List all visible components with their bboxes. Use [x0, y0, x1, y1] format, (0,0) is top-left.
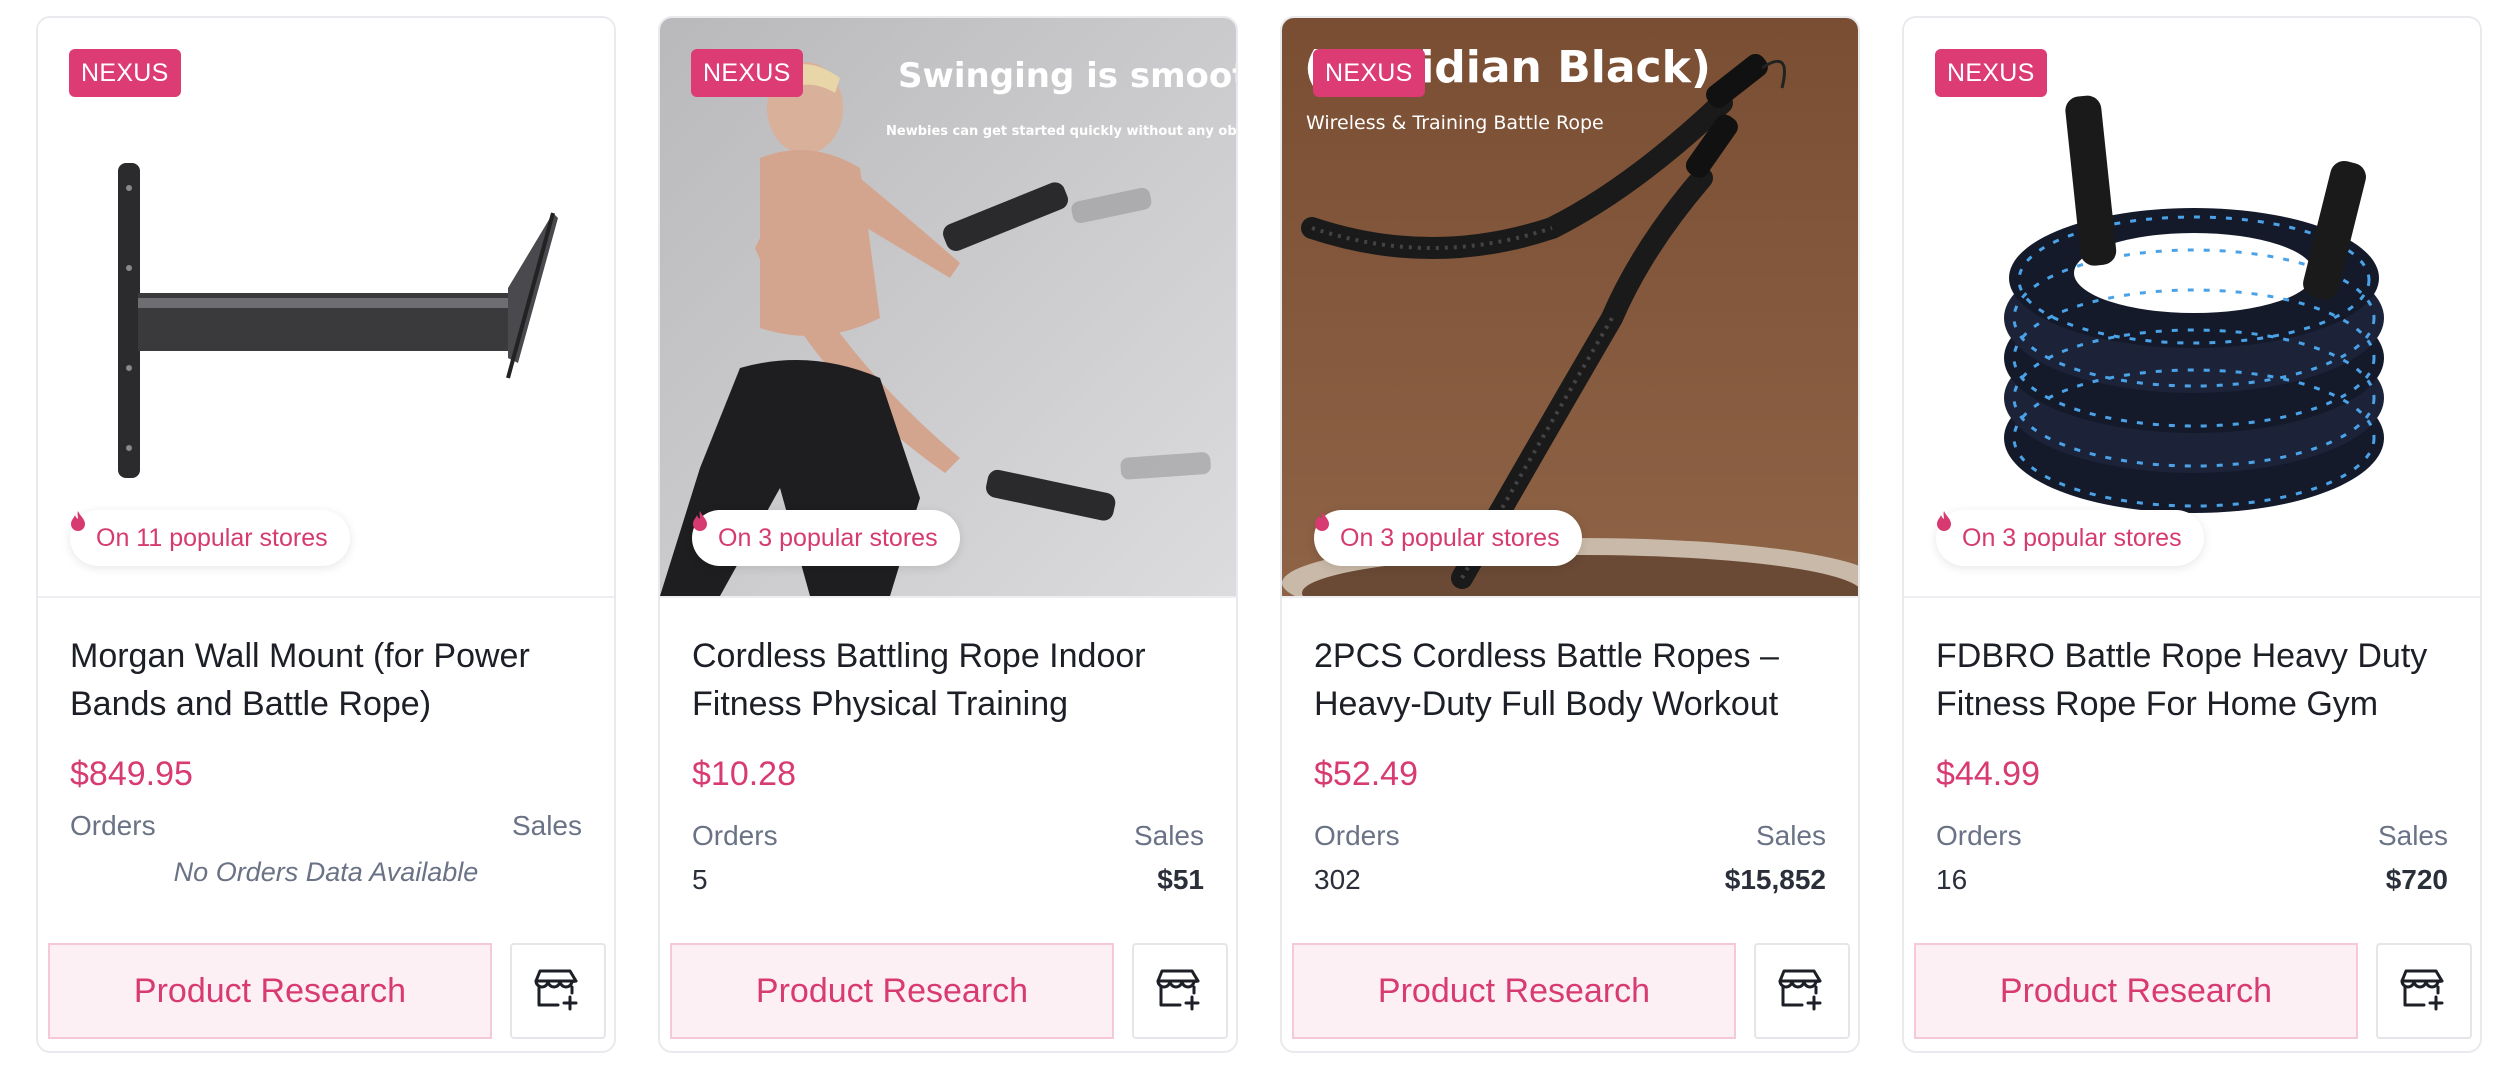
stats-values: 5 $51 — [692, 862, 1204, 898]
product-title[interactable]: FDBRO Battle Rope Heavy Duty Fitness Rop… — [1936, 632, 2448, 728]
product-image[interactable]: Swinging is smooth Newbies can get start… — [660, 18, 1236, 598]
card-actions: Product Research — [1914, 943, 2472, 1039]
sales-label: Sales — [1133, 820, 1204, 851]
add-store-button[interactable] — [1754, 943, 1850, 1039]
add-store-icon — [1778, 967, 1826, 1016]
nexus-badge: NEXUS — [1313, 49, 1425, 97]
product-price: $10.28 — [692, 755, 796, 793]
nexus-badge: NEXUS — [691, 49, 803, 97]
card-actions: Product Research — [670, 943, 1228, 1039]
add-store-icon — [534, 967, 582, 1016]
card-actions: Product Research — [1292, 943, 1850, 1039]
add-store-button[interactable] — [1132, 943, 1228, 1039]
card-actions: Product Research — [48, 943, 606, 1039]
product-image[interactable]: NEXUS On 3 popular stores — [1904, 18, 2480, 598]
popular-stores-text: On 11 popular stores — [96, 523, 328, 552]
product-research-button[interactable]: Product Research — [1914, 943, 2358, 1039]
stats-header: Orders Sales — [1314, 818, 1826, 854]
product-research-button[interactable]: Product Research — [670, 943, 1114, 1039]
product-price: $44.99 — [1936, 755, 2040, 793]
orders-label: Orders — [1314, 820, 1400, 851]
product-research-button[interactable]: Product Research — [1292, 943, 1736, 1039]
product-card[interactable]: NEXUS On 3 popular stores FDBRO Battle R… — [1902, 16, 2482, 1053]
sales-label: Sales — [1755, 820, 1826, 851]
product-title[interactable]: 2PCS Cordless Battle Ropes – Heavy-Duty … — [1314, 632, 1826, 728]
nexus-badge: NEXUS — [1935, 49, 2047, 97]
orders-value: 16 — [1936, 864, 1968, 895]
image-subline: Newbies can get started quickly without … — [886, 124, 1236, 139]
popular-stores-pill: On 3 popular stores — [1314, 510, 1582, 566]
add-store-icon — [2400, 967, 2448, 1016]
product-price: $52.49 — [1314, 755, 1418, 793]
sales-value: $720 — [2385, 864, 2448, 895]
popular-stores-text: On 3 popular stores — [1340, 523, 1560, 552]
sales-label: Sales — [2377, 820, 2448, 851]
product-card[interactable]: (Obsidian Black) Wireless & Training Bat… — [1280, 16, 1860, 1053]
product-title[interactable]: Cordless Battling Rope Indoor Fitness Ph… — [692, 632, 1204, 728]
product-research-button[interactable]: Product Research — [48, 943, 492, 1039]
product-price: $849.95 — [70, 755, 193, 793]
orders-value: 5 — [692, 864, 708, 895]
product-image[interactable]: (Obsidian Black) Wireless & Training Bat… — [1282, 18, 1858, 598]
add-store-button[interactable] — [510, 943, 606, 1039]
product-card[interactable]: Swinging is smooth Newbies can get start… — [658, 16, 1238, 1053]
orders-label: Orders — [692, 820, 778, 851]
orders-value: 302 — [1314, 864, 1361, 895]
stats-header: Orders Sales — [692, 818, 1204, 854]
popular-stores-text: On 3 popular stores — [718, 523, 938, 552]
nexus-badge: NEXUS — [69, 49, 181, 97]
add-store-button[interactable] — [2376, 943, 2472, 1039]
product-image[interactable]: NEXUS On 11 popular stores — [38, 18, 614, 598]
popular-stores-text: On 3 popular stores — [1962, 523, 2182, 552]
stats-header: Orders Sales — [70, 808, 582, 844]
stats-values: 302 $15,852 — [1314, 862, 1826, 898]
orders-label: Orders — [1936, 820, 2022, 851]
image-subline: Wireless & Training Battle Rope — [1306, 112, 1604, 134]
image-headline: Swinging is smooth — [898, 56, 1236, 96]
product-grid: NEXUS On 11 popular stores Morgan Wall M… — [36, 16, 2484, 1053]
sales-value: $51 — [1157, 864, 1204, 895]
popular-stores-pill: On 11 popular stores — [70, 510, 350, 566]
popular-stores-pill: On 3 popular stores — [692, 510, 960, 566]
sales-label: Sales — [511, 810, 582, 841]
product-title[interactable]: Morgan Wall Mount (for Power Bands and B… — [70, 632, 582, 728]
stats-header: Orders Sales — [1936, 818, 2448, 854]
orders-label: Orders — [70, 810, 156, 841]
popular-stores-pill: On 3 popular stores — [1936, 510, 2204, 566]
add-store-icon — [1156, 967, 1204, 1016]
sales-value: $15,852 — [1724, 864, 1826, 895]
no-orders-message: No Orders Data Available — [173, 857, 479, 887]
product-card[interactable]: NEXUS On 11 popular stores Morgan Wall M… — [36, 16, 616, 1053]
stats-values: 16 $720 — [1936, 862, 2448, 898]
